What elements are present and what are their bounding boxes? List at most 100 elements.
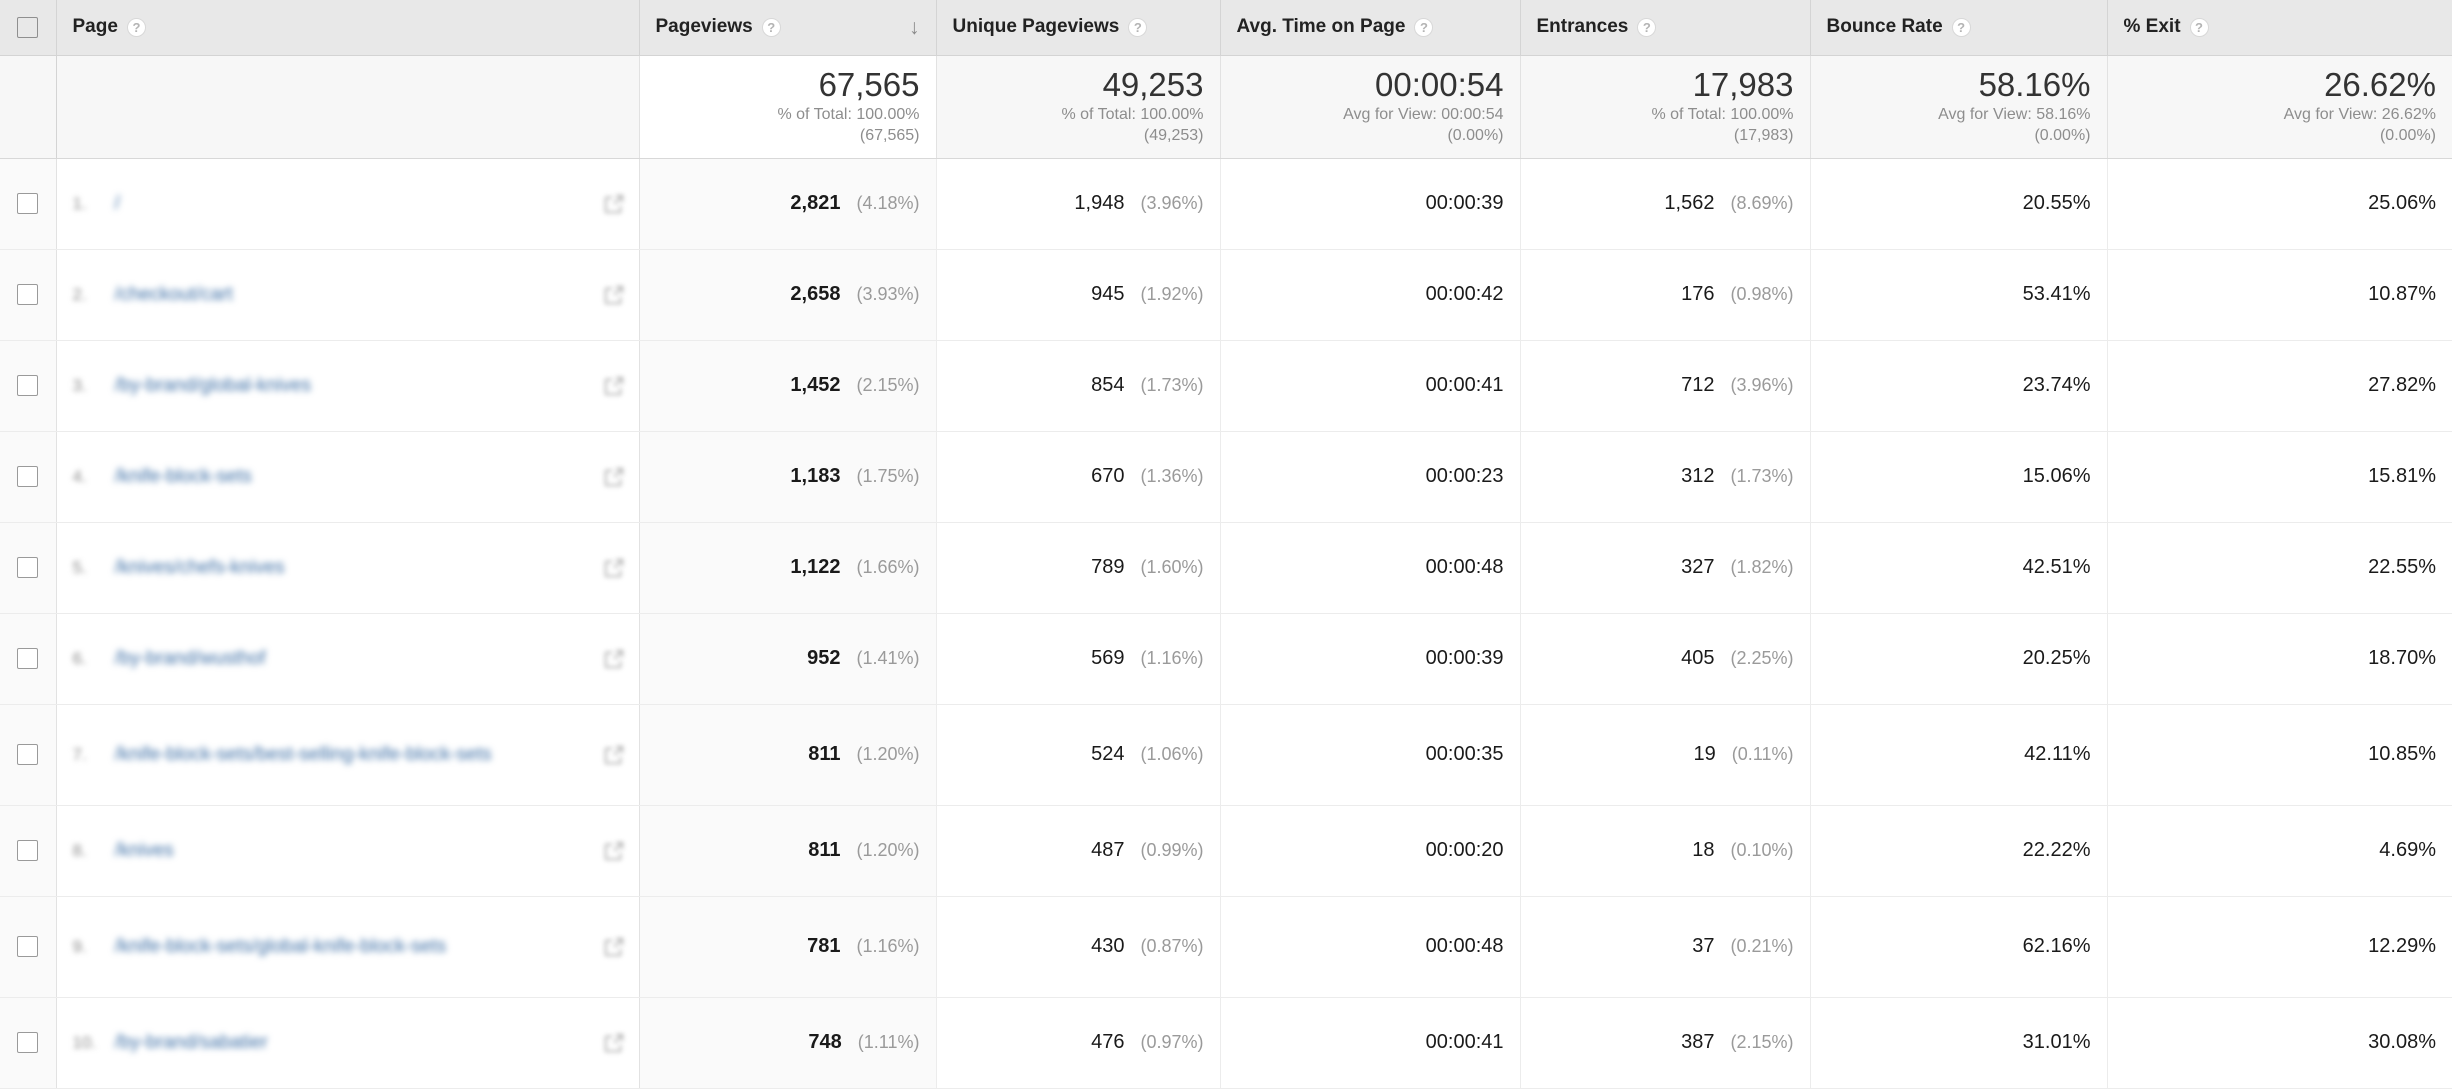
row-checkbox[interactable] xyxy=(17,936,39,958)
pageviews-value: 1,122 xyxy=(790,556,841,578)
open-in-new-window-icon[interactable] xyxy=(601,555,627,581)
page-link[interactable]: /by-brand/sabatier xyxy=(115,1030,591,1056)
table-row[interactable]: 6. /by-brand/wusthof 952 (1.41%) 569 (1.16%) 0… xyxy=(0,613,2452,705)
column-header-bounce-rate[interactable]: Bounce Rate ? xyxy=(1810,0,2108,56)
page-cell[interactable]: 1. / xyxy=(56,158,640,250)
page-link[interactable]: /knife-block-sets xyxy=(115,464,591,490)
help-icon[interactable]: ? xyxy=(761,17,781,37)
row-checkbox-cell[interactable] xyxy=(0,613,57,705)
row-checkbox[interactable] xyxy=(17,284,39,306)
table-row[interactable]: 4. /knife-block-sets 1,183 (1.75%) 670 (1.36%… xyxy=(0,431,2452,523)
help-icon[interactable]: ? xyxy=(1637,17,1657,37)
column-header-exit-rate[interactable]: % Exit ? xyxy=(2107,0,2452,56)
page-cell[interactable]: 9. /knife-block-sets/global-knife-block-s… xyxy=(56,896,640,998)
row-checkbox-cell[interactable] xyxy=(0,805,57,897)
page-link[interactable]: /by-brand/wusthof xyxy=(115,646,591,672)
table-row[interactable]: 5. /knives/chefs-knives 1,122 (1.66%) 789 (1.… xyxy=(0,522,2452,614)
page-cell[interactable]: 7. /knife-block-sets/best-selling-knife-b… xyxy=(56,704,640,806)
page-cell[interactable]: 4. /knife-block-sets xyxy=(56,431,640,523)
summary-bounce-rate-sub1: Avg for View: 58.16% xyxy=(1938,105,2091,123)
help-icon[interactable]: ? xyxy=(1128,17,1148,37)
row-checkbox[interactable] xyxy=(17,466,39,488)
summary-pageviews-sub1: % of Total: 100.00% xyxy=(777,105,920,123)
open-in-new-window-icon[interactable] xyxy=(601,742,627,768)
open-in-new-window-icon[interactable] xyxy=(601,464,627,490)
open-in-new-window-icon[interactable] xyxy=(601,1030,627,1056)
row-checkbox[interactable] xyxy=(17,744,39,766)
avg-time-on-page-value: 00:00:39 xyxy=(1425,647,1504,669)
table-row[interactable]: 1. / 2,821 (4.18%) 1,948 (3.96%) 00:00:39 1,562… xyxy=(0,158,2452,250)
row-checkbox-cell[interactable] xyxy=(0,704,57,806)
select-all-checkbox[interactable] xyxy=(17,16,39,38)
column-header-pageviews[interactable]: Pageviews ? ↓ xyxy=(639,0,937,56)
row-checkbox[interactable] xyxy=(17,1032,39,1054)
pages-report-table: Page ? Pageviews ? ↓ Unique Pageviews ? xyxy=(0,0,2452,1089)
row-checkbox-cell[interactable] xyxy=(0,431,57,523)
page-cell[interactable]: 5. /knives/chefs-knives xyxy=(56,522,640,614)
open-in-new-window-icon[interactable] xyxy=(601,934,627,960)
open-in-new-window-icon[interactable] xyxy=(601,373,627,399)
row-index: 6. xyxy=(72,648,87,668)
pageviews-percent: (1.75%) xyxy=(856,466,920,486)
page-cell[interactable]: 2. /checkout/cart xyxy=(56,249,640,341)
column-header-entrances[interactable]: Entrances ? xyxy=(1520,0,1811,56)
table-row[interactable]: 8. /knives 811 (1.20%) 487 (0.99%) 00:00:20 18 (… xyxy=(0,805,2452,897)
page-cell[interactable]: 3. /by-brand/global-knives xyxy=(56,340,640,432)
page-cell[interactable]: 8. /knives xyxy=(56,805,640,897)
row-checkbox[interactable] xyxy=(17,557,39,579)
entrances-percent: (0.21%) xyxy=(1730,936,1794,956)
help-icon[interactable]: ? xyxy=(126,17,146,37)
page-link[interactable]: /knives xyxy=(115,838,591,864)
help-icon[interactable]: ? xyxy=(1414,17,1434,37)
unique-pageviews-cell: 670 (1.36%) xyxy=(936,431,1221,523)
avg-time-on-page-cell: 00:00:39 xyxy=(1220,613,1521,705)
table-row[interactable]: 9. /knife-block-sets/global-knife-block-s… xyxy=(0,896,2452,998)
column-header-avg-time-on-page[interactable]: Avg. Time on Page ? xyxy=(1220,0,1521,56)
exit-rate-value: 4.69% xyxy=(2379,839,2436,861)
page-link[interactable]: /knife-block-sets/global-knife-block-set… xyxy=(115,934,591,960)
row-checkbox-cell[interactable] xyxy=(0,249,57,341)
bounce-rate-value: 23.74% xyxy=(2022,374,2091,396)
row-checkbox-cell[interactable] xyxy=(0,340,57,432)
column-header-pageviews-label: Pageviews xyxy=(655,16,753,38)
exit-rate-value: 27.82% xyxy=(2368,374,2436,396)
help-icon[interactable]: ? xyxy=(1951,17,1971,37)
page-cell[interactable]: 10. /by-brand/sabatier xyxy=(56,997,640,1089)
entrances-cell: 18 (0.10%) xyxy=(1520,805,1811,897)
column-header-page[interactable]: Page ? xyxy=(56,0,640,56)
row-checkbox-cell[interactable] xyxy=(0,522,57,614)
page-link[interactable]: /checkout/cart xyxy=(115,282,591,308)
open-in-new-window-icon[interactable] xyxy=(601,838,627,864)
page-link[interactable]: /knives/chefs-knives xyxy=(115,555,591,581)
table-row[interactable]: 7. /knife-block-sets/best-selling-knife-b… xyxy=(0,704,2452,806)
open-in-new-window-icon[interactable] xyxy=(601,646,627,672)
row-checkbox[interactable] xyxy=(17,193,39,215)
entrances-percent: (1.73%) xyxy=(1730,466,1794,486)
entrances-value: 712 xyxy=(1681,374,1715,396)
table-row[interactable]: 10. /by-brand/sabatier 748 (1.11%) 476 (0.97%… xyxy=(0,997,2452,1089)
page-link[interactable]: / xyxy=(115,191,591,217)
entrances-value: 176 xyxy=(1681,283,1715,305)
row-checkbox[interactable] xyxy=(17,840,39,862)
row-checkbox[interactable] xyxy=(17,375,39,397)
page-link[interactable]: /by-brand/global-knives xyxy=(115,373,591,399)
table-row[interactable]: 2. /checkout/cart 2,658 (3.93%) 945 (1.92%) 00… xyxy=(0,249,2452,341)
avg-time-on-page-cell: 00:00:42 xyxy=(1220,249,1521,341)
row-checkbox[interactable] xyxy=(17,648,39,670)
page-link[interactable]: /knife-block-sets/best-selling-knife-blo… xyxy=(115,742,591,768)
open-in-new-window-icon[interactable] xyxy=(601,282,627,308)
row-checkbox-cell[interactable] xyxy=(0,896,57,998)
help-icon[interactable]: ? xyxy=(2189,17,2209,37)
page-cell[interactable]: 6. /by-brand/wusthof xyxy=(56,613,640,705)
open-in-new-window-icon[interactable] xyxy=(601,191,627,217)
avg-time-on-page-cell: 00:00:41 xyxy=(1220,997,1521,1089)
arrow-down-icon[interactable]: ↓ xyxy=(909,17,920,38)
table-row[interactable]: 3. /by-brand/global-knives 1,452 (2.15%) 854… xyxy=(0,340,2452,432)
row-index: 9. xyxy=(72,936,87,956)
column-header-unique-pageviews[interactable]: Unique Pageviews ? xyxy=(936,0,1221,56)
pageviews-percent: (3.93%) xyxy=(856,284,920,304)
select-all-header-cell[interactable] xyxy=(0,0,57,56)
row-checkbox-cell[interactable] xyxy=(0,997,57,1089)
row-checkbox-cell[interactable] xyxy=(0,158,57,250)
pageviews-cell: 1,122 (1.66%) xyxy=(639,522,937,614)
